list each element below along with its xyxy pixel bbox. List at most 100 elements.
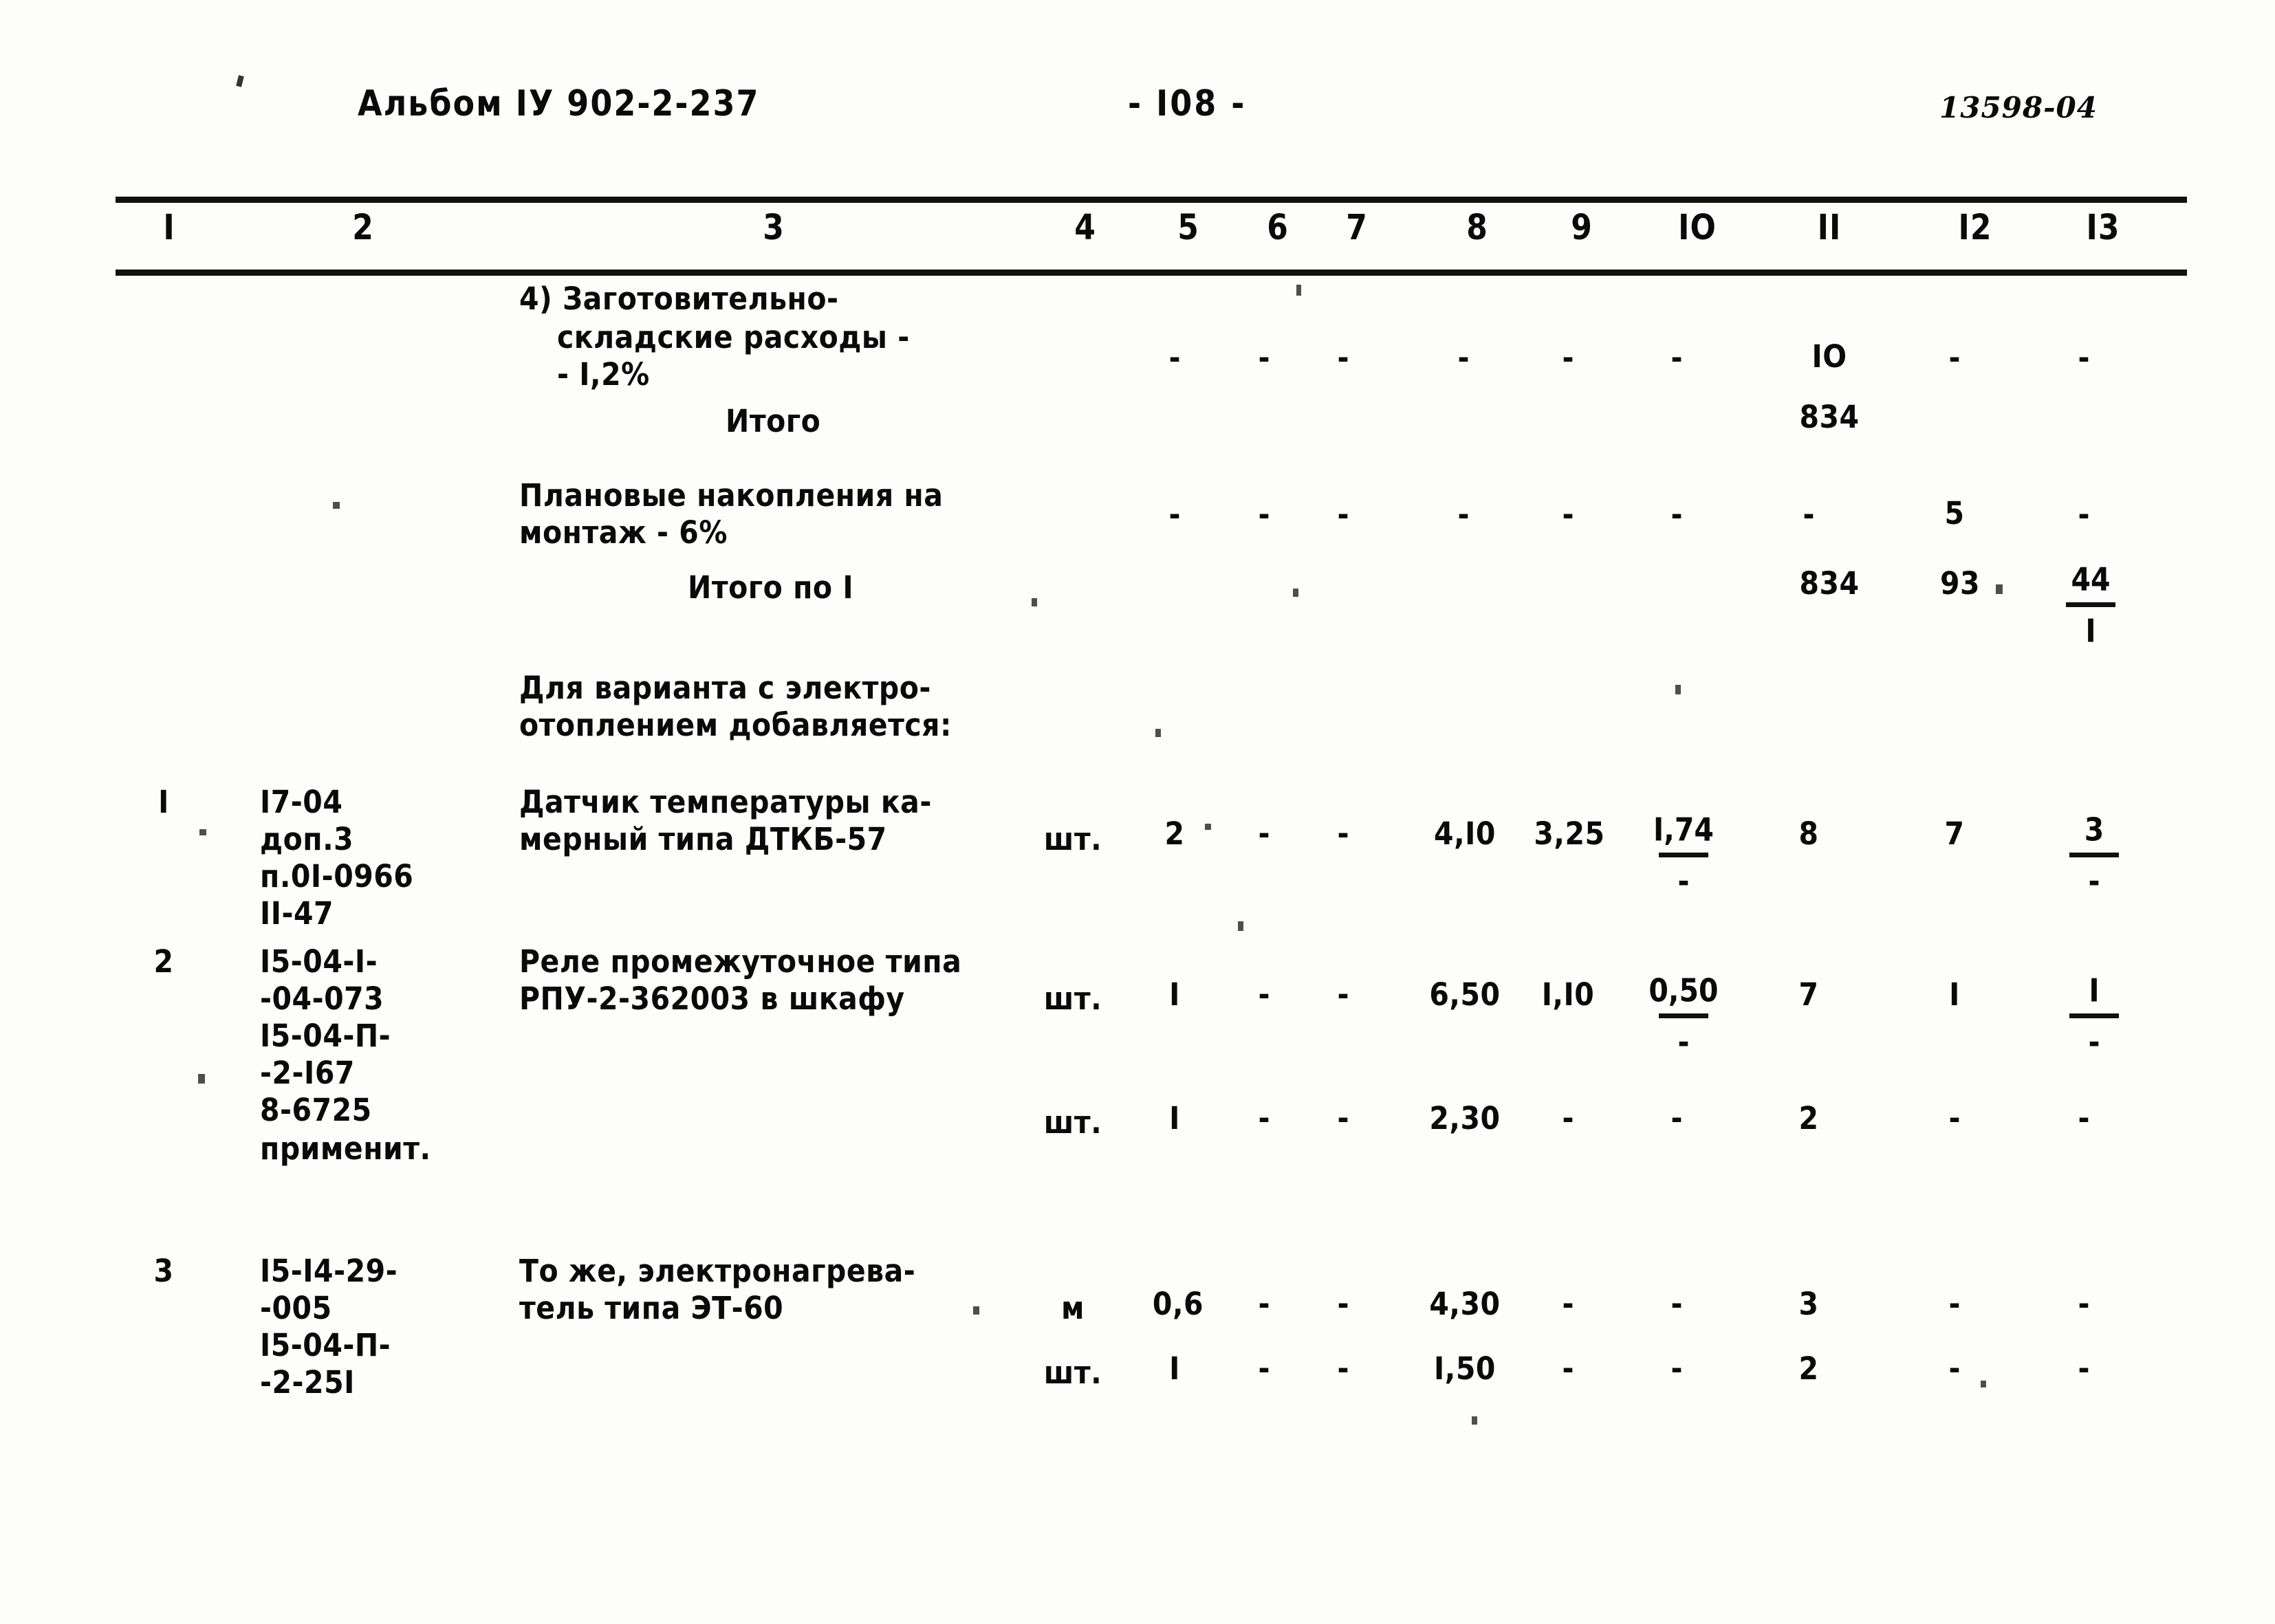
row-itogo-po-1-c13-denominator: I	[2085, 613, 2096, 650]
fraction-bar	[2066, 602, 2115, 607]
scan-speck	[973, 1306, 979, 1315]
row-nagrevatel-c8: 4,30	[1429, 1286, 1501, 1323]
scan-speck	[1293, 589, 1298, 597]
row-zagotovitelno-c7: -	[1337, 340, 1349, 376]
scan-speck	[1296, 285, 1301, 296]
row-nagrevatel-sub-c12: -	[1948, 1350, 1961, 1387]
row-rele-sub-unit: шт.	[1043, 1104, 1102, 1141]
row-datchik-c10-denominator: -	[1677, 863, 1690, 900]
column-number-5: 5	[1177, 208, 1199, 248]
column-number-9: 9	[1571, 208, 1593, 248]
row-rele-c13-denominator: -	[2088, 1024, 2100, 1061]
row-zagotovitelno-desc-line-1: 4) Заготовительно-	[519, 281, 839, 318]
row-rele-code-line-4: -2-I67	[260, 1055, 355, 1092]
row-planovye-c13: -	[2078, 496, 2090, 533]
row-datchik-unit: шт.	[1043, 821, 1102, 858]
row-itogo-po-1-c13-numerator: 44	[2071, 561, 2111, 598]
row-nagrevatel-desc-line-1: То же, электронагрева-	[519, 1253, 916, 1290]
page-header: Альбом IУ 902-2-237 - I08 - 13598-04	[0, 83, 2275, 138]
row-zagotovitelno-desc-line-3: - I,2%	[557, 356, 650, 393]
row-datchik-c5: 2	[1164, 815, 1185, 853]
row-rele-sub-c7: -	[1337, 1100, 1349, 1137]
row-rele-c13-fraction: I -	[2056, 972, 2132, 1061]
document-page: Альбом IУ 902-2-237 - I08 - 13598-04 I 2…	[0, 0, 2275, 1624]
row-nagrevatel-sub-c5: I	[1169, 1350, 1180, 1387]
row-rele-code-line-3: I5-04-П-	[260, 1018, 391, 1055]
row-zagotovitelno-c5: -	[1168, 340, 1181, 376]
row-itogo-label: Итого	[726, 403, 821, 440]
scan-speck	[1981, 1381, 1986, 1387]
row-nagrevatel-c10: -	[1670, 1286, 1683, 1322]
row-nagrevatel-c7: -	[1337, 1286, 1349, 1322]
scan-speck	[198, 1074, 205, 1084]
row-nagrevatel-code-line-2: -005	[260, 1290, 332, 1327]
row-nagrevatel-sub-c7: -	[1337, 1350, 1349, 1387]
row-planovye-c7: -	[1337, 496, 1349, 533]
column-number-7: 7	[1346, 208, 1368, 248]
row-rele-sub-c12: -	[1948, 1100, 1961, 1137]
row-itogo-po-1-c12: 93	[1939, 565, 1981, 602]
fraction-bar	[2069, 853, 2119, 857]
column-number-10: IO	[1678, 208, 1717, 248]
row-nagrevatel-sub-c8: I,50	[1434, 1350, 1496, 1387]
page-number: - I08 -	[1128, 83, 1247, 124]
row-rele-c12: I	[1949, 976, 1960, 1013]
scan-speck	[1238, 921, 1243, 931]
row-rele-code-line-2: -04-073	[260, 980, 384, 1018]
row-rele-desc-line-2: РПУ-2-362003 в шкафу	[519, 980, 905, 1018]
row-zagotovitelno-c8: -	[1457, 340, 1470, 376]
column-number-2: 2	[352, 208, 374, 248]
row-nagrevatel-code-line-3: I5-04-П-	[260, 1327, 391, 1364]
row-rele-c9: I,I0	[1541, 976, 1595, 1013]
scan-speck	[1472, 1416, 1477, 1425]
row-planovye-c9: -	[1562, 496, 1574, 533]
row-datchik-desc-line-2: мерный типа ДТКБ-57	[519, 821, 887, 858]
row-rele-number: 2	[153, 943, 174, 980]
row-datchik-c6: -	[1258, 815, 1270, 852]
scan-speck	[333, 502, 340, 509]
row-rele-sub-c9: -	[1562, 1100, 1574, 1137]
column-number-11: II	[1817, 208, 1842, 248]
row-datchik-c7: -	[1337, 815, 1349, 852]
scan-speck	[199, 829, 206, 835]
row-rele-c6: -	[1258, 976, 1270, 1013]
row-planovye-c8: -	[1457, 496, 1470, 533]
row-datchik-code-line-3: п.0I-0966	[260, 858, 414, 895]
row-nagrevatel-c12: -	[1948, 1286, 1961, 1322]
column-number-1: I	[163, 208, 175, 248]
row-itogo-c11: 834	[1799, 399, 1860, 436]
scan-speck	[1675, 685, 1681, 694]
row-rele-code-line-5: 8-6725	[260, 1092, 372, 1129]
row-planovye-c12: 5	[1944, 495, 1965, 532]
row-itogo-po-1-c13-fraction: 44 I	[2049, 561, 2132, 650]
column-number-13: I3	[2086, 208, 2120, 248]
row-zagotovitelno-c10: -	[1670, 340, 1683, 376]
scan-speck	[1155, 729, 1161, 737]
row-nagrevatel-c6: -	[1258, 1286, 1270, 1322]
row-itogo-po-1-label: Итого по I	[688, 569, 854, 606]
scan-speck	[1032, 598, 1037, 606]
row-rele-desc-line-1: Реле промежуточное типа	[519, 943, 962, 980]
row-datchik-c11: 8	[1798, 815, 1819, 853]
row-datchik-code-line-1: I7-04	[260, 784, 343, 821]
row-datchik-c13-denominator: -	[2088, 863, 2100, 900]
note-electro-line-2: отоплением добавляется:	[519, 707, 952, 744]
row-nagrevatel-sub-c11: 2	[1798, 1350, 1819, 1387]
document-code: 13598-04	[1939, 91, 2098, 124]
row-nagrevatel-sub-unit: шт.	[1043, 1354, 1102, 1392]
column-number-8: 8	[1466, 208, 1488, 248]
row-zagotovitelno-c6: -	[1258, 340, 1270, 376]
scan-speck	[1205, 824, 1211, 830]
row-datchik-c9: 3,25	[1534, 815, 1605, 853]
row-nagrevatel-desc-line-2: тель типа ЭТ-60	[519, 1290, 784, 1327]
row-planovye-c11: -	[1803, 496, 1815, 533]
row-datchik-number: I	[158, 784, 169, 821]
row-rele-c8: 6,50	[1429, 976, 1501, 1013]
column-number-12: I2	[1958, 208, 1992, 248]
row-rele-code-line-6: применит.	[260, 1130, 431, 1167]
fraction-bar	[1659, 853, 1708, 857]
row-zagotovitelno-c11: IO	[1811, 338, 1847, 375]
row-nagrevatel-sub-c6: -	[1258, 1350, 1270, 1387]
column-number-4: 4	[1074, 208, 1096, 248]
column-number-6: 6	[1267, 208, 1289, 248]
